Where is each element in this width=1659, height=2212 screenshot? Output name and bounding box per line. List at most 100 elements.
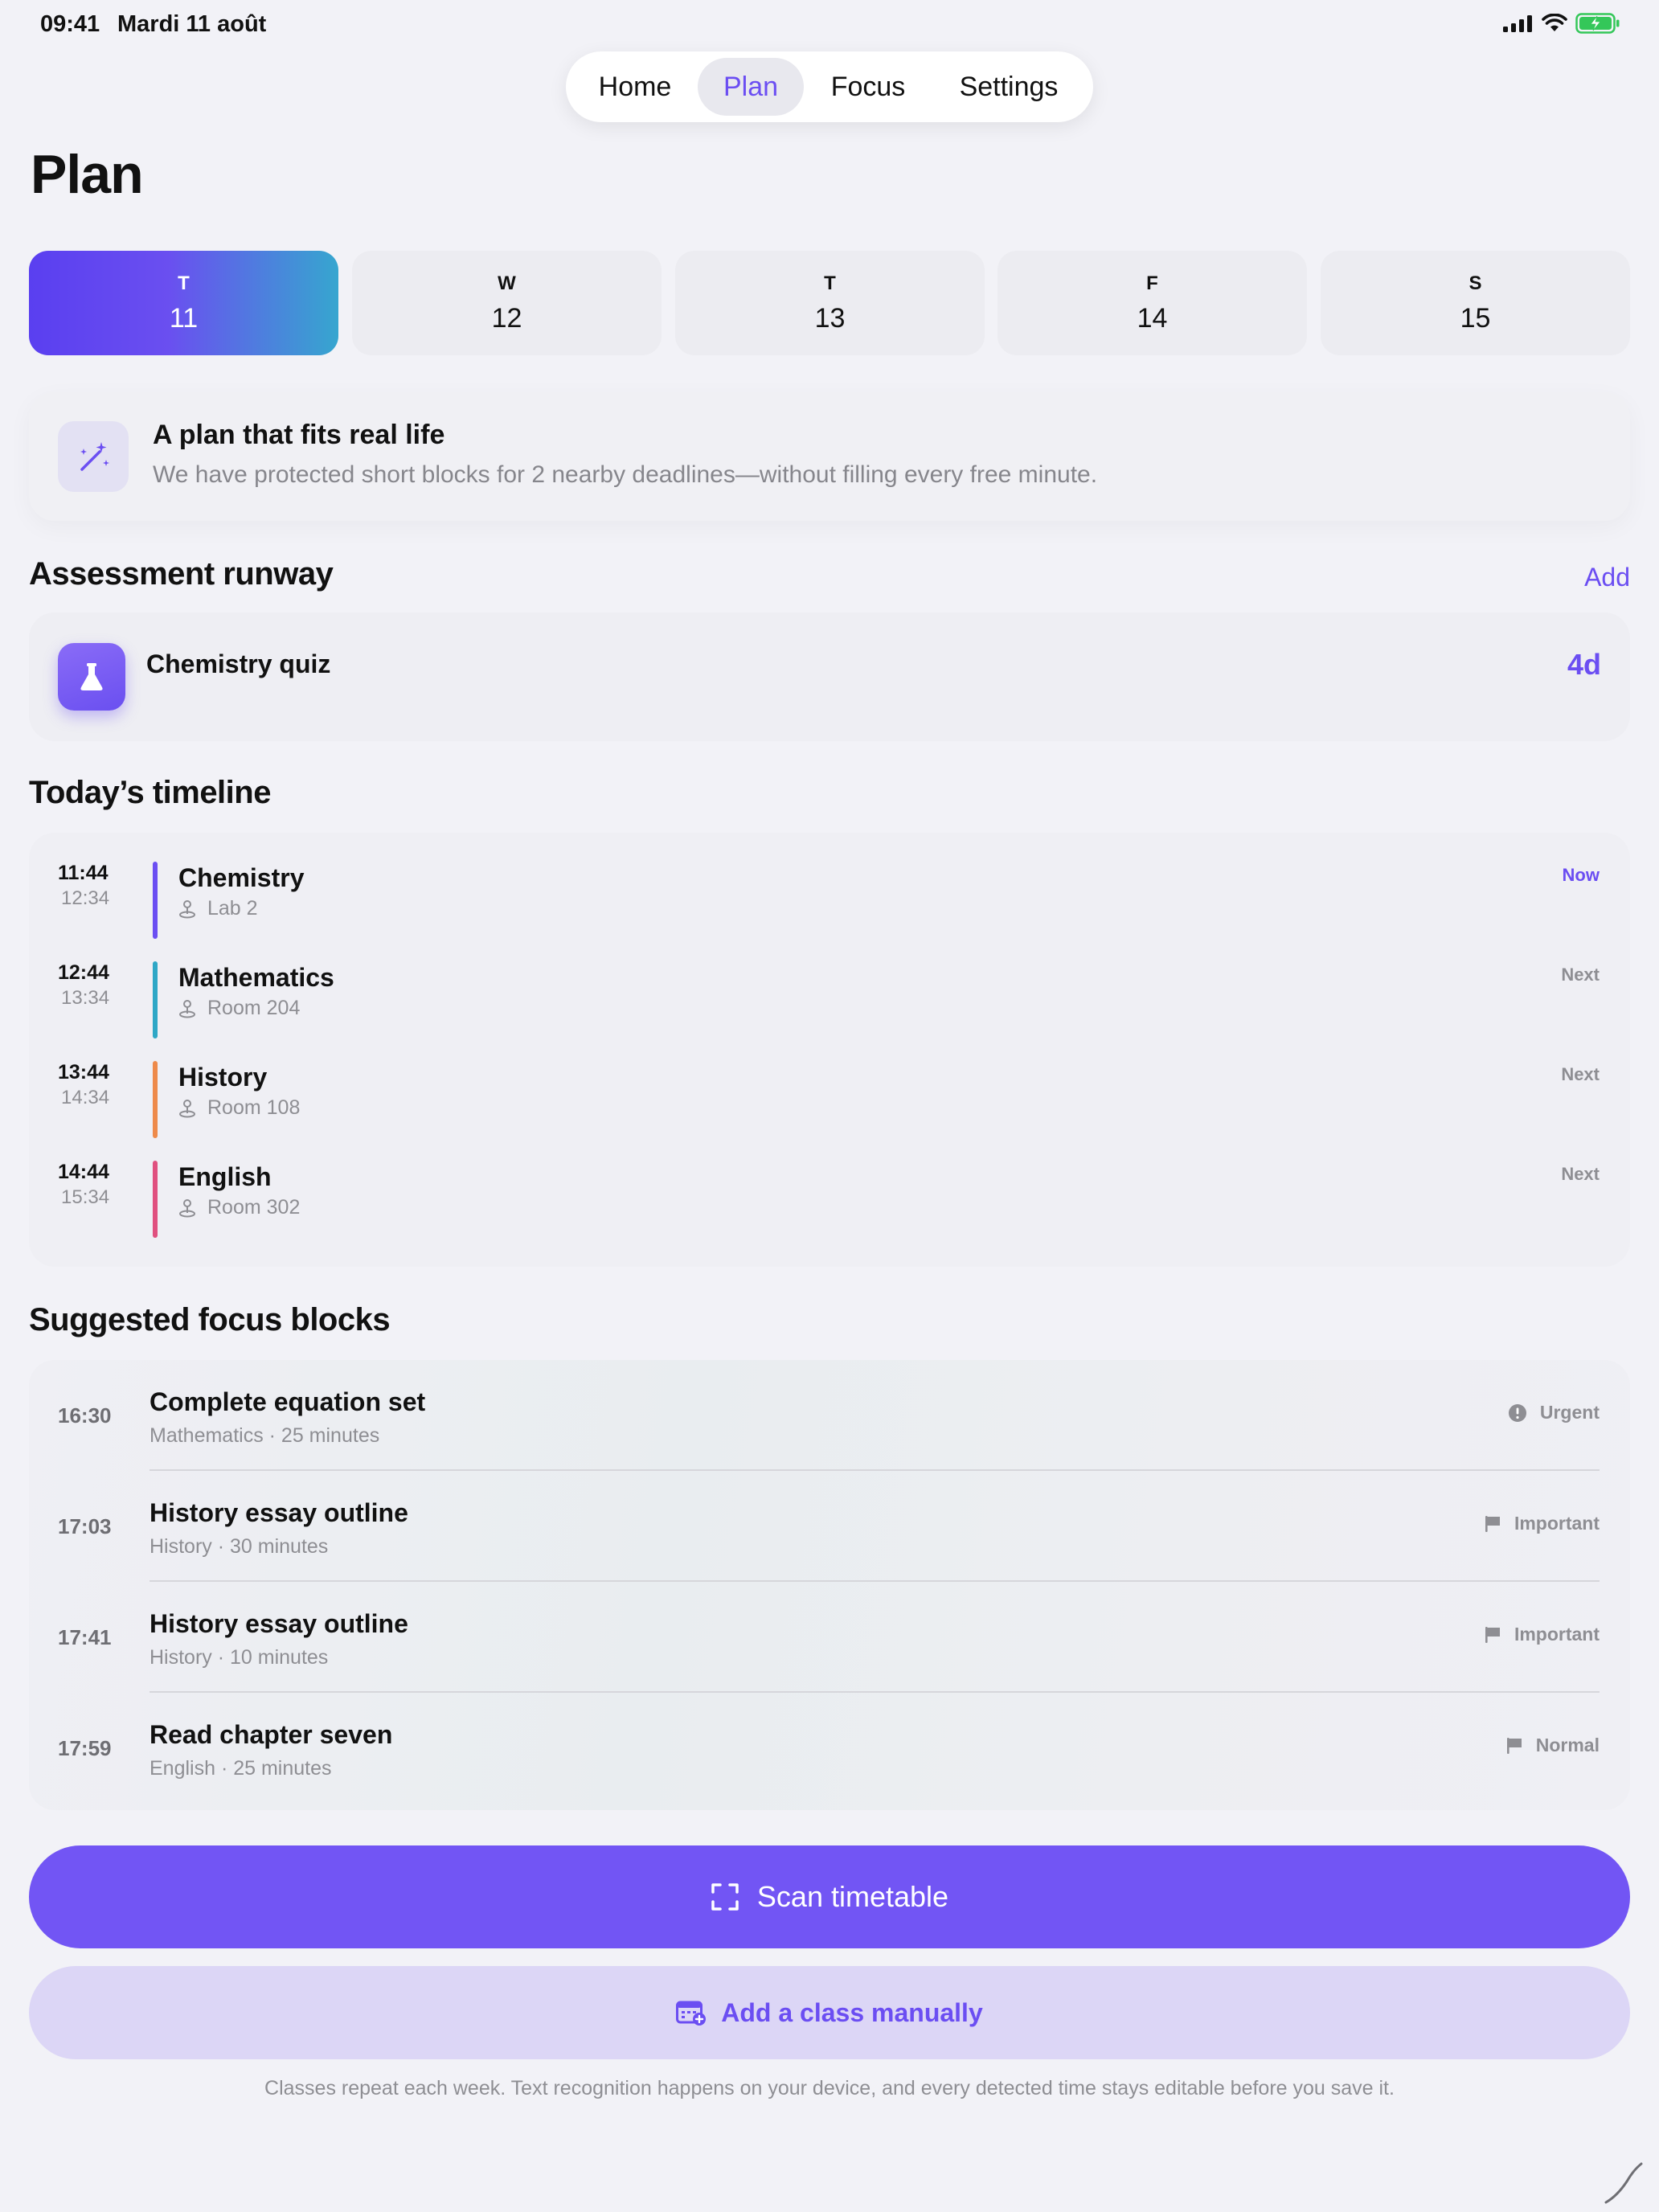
subject-color-bar [153, 1161, 158, 1238]
class-end-time: 12:34 [61, 887, 110, 909]
magic-wand-icon [58, 421, 129, 492]
scan-timetable-label: Scan timetable [756, 1880, 949, 1913]
subject-color-bar [153, 961, 158, 1038]
focus-meta: English · 25 minutes [150, 1757, 332, 1780]
focus-time: 17:41 [58, 1625, 112, 1649]
class-start-time: 12:44 [58, 961, 109, 984]
add-class-manually-label: Add a class manually [721, 1997, 983, 2027]
cellular-signal-icon [1503, 15, 1532, 32]
flag-icon [1485, 1515, 1500, 1532]
focus-blocks-card: 16:30 Complete equation set Mathematics … [29, 1360, 1630, 1810]
priority-badge: Normal [1505, 1735, 1600, 1756]
class-status: Next [1561, 1064, 1600, 1084]
subject-color-bar [153, 862, 158, 939]
timeline-row[interactable]: 13:44 14:34 History Room 108 Next [29, 1032, 1630, 1138]
day-number: 12 [491, 302, 522, 334]
focus-block-row[interactable]: 17:03 History essay outline History · 30… [29, 1471, 1630, 1582]
tab-home[interactable]: Home [572, 58, 698, 116]
priority-badge: Important [1484, 1513, 1600, 1534]
class-start-time: 11:44 [58, 862, 109, 884]
day-card[interactable]: W 12 [352, 251, 662, 355]
location-pin-icon [179, 1198, 195, 1217]
day-of-week: S [1469, 272, 1482, 294]
focus-title: History essay outline [150, 1609, 408, 1638]
info-title: A plan that fits real life [153, 420, 445, 450]
day-number: 11 [169, 302, 199, 334]
class-subject: English [178, 1162, 272, 1191]
day-of-week: W [498, 272, 516, 294]
focus-title: History essay outline [150, 1498, 408, 1527]
assessment-name: Chemistry quiz [146, 649, 331, 678]
priority-label: Urgent [1539, 1402, 1600, 1423]
day-of-week: F [1146, 272, 1158, 294]
room-label: Lab 2 [207, 897, 258, 920]
focus-block-row[interactable]: 17:41 History essay outline History · 10… [29, 1582, 1630, 1693]
tab-settings[interactable]: Settings [932, 58, 1085, 116]
class-subject: Mathematics [178, 963, 334, 992]
class-room: Lab 2 [178, 897, 258, 920]
priority-label: Important [1514, 1624, 1600, 1645]
plan-info-card: A plan that fits real life We have prote… [29, 392, 1630, 521]
class-end-time: 15:34 [61, 1186, 110, 1208]
timeline-row[interactable]: 14:44 15:34 English Room 302 Next [29, 1132, 1630, 1238]
tab-plan[interactable]: Plan [698, 58, 804, 116]
priority-label: Important [1514, 1513, 1600, 1534]
calendar-add-icon [676, 2001, 707, 2026]
add-assessment-link[interactable]: Add [1584, 563, 1630, 592]
battery-charging-icon [1575, 13, 1620, 34]
focus-time: 17:03 [58, 1514, 112, 1538]
room-label: Room 204 [207, 997, 301, 1019]
class-start-time: 13:44 [58, 1061, 109, 1083]
focus-block-row[interactable]: 17:59 Read chapter seven English · 25 mi… [29, 1693, 1630, 1804]
pencil-stroke-icon [1604, 2162, 1643, 2204]
class-end-time: 13:34 [61, 987, 110, 1009]
page-title: Plan [31, 144, 144, 205]
timeline-row[interactable]: 12:44 13:34 Mathematics Room 204 Next [29, 932, 1630, 1038]
subject-color-bar [153, 1061, 158, 1138]
priority-badge: Urgent [1508, 1402, 1600, 1423]
day-number: 14 [1137, 302, 1168, 334]
tab-focus[interactable]: Focus [804, 58, 932, 116]
room-label: Room 108 [207, 1096, 301, 1119]
timeline-row[interactable]: 11:44 12:34 Chemistry Lab 2 Now [29, 833, 1630, 939]
day-card-selected[interactable]: T 11 [29, 251, 338, 355]
class-subject: History [178, 1063, 268, 1092]
timeline-card: 11:44 12:34 Chemistry Lab 2 Now 12:44 13… [29, 833, 1630, 1267]
priority-label: Normal [1535, 1735, 1600, 1755]
class-end-time: 14:34 [61, 1087, 110, 1108]
top-nav: Home Plan Focus Settings [566, 51, 1093, 122]
focus-time: 17:59 [58, 1736, 112, 1760]
focus-time: 16:30 [58, 1403, 112, 1428]
focus-title: Read chapter seven [150, 1720, 393, 1749]
wifi-icon [1542, 14, 1567, 31]
focus-block-row[interactable]: 16:30 Complete equation set Mathematics … [29, 1360, 1630, 1471]
location-pin-icon [179, 999, 195, 1018]
status-bar: 09:41 Mardi 11 août [0, 0, 1659, 51]
class-room: Room 204 [178, 997, 300, 1020]
day-number: 13 [814, 302, 846, 334]
flag-icon [1485, 1626, 1500, 1643]
info-body: We have protected short blocks for 2 nea… [153, 461, 1098, 488]
class-room: Room 108 [178, 1096, 300, 1120]
day-card[interactable]: S 15 [1321, 251, 1630, 355]
location-pin-icon [179, 899, 195, 918]
plan-screen: 09:41 Mardi 11 août Home Plan Focus Sett… [0, 0, 1659, 2212]
scan-timetable-button[interactable]: Scan timetable [29, 1845, 1630, 1948]
day-of-week: T [178, 272, 190, 294]
priority-badge: Important [1484, 1624, 1600, 1645]
focus-meta: History · 10 minutes [150, 1646, 329, 1669]
focus-heading: Suggested focus blocks [29, 1302, 391, 1337]
status-time: 09:41 [40, 11, 100, 37]
flask-icon [58, 643, 125, 711]
class-status: Now [1562, 865, 1600, 885]
day-card[interactable]: F 14 [997, 251, 1307, 355]
class-room: Room 302 [178, 1196, 300, 1219]
assessment-item[interactable]: Chemistry quiz 4d [29, 612, 1630, 741]
add-class-manually-button[interactable]: Add a class manually [29, 1966, 1630, 2059]
focus-meta: Mathematics · 25 minutes [150, 1424, 380, 1447]
focus-meta: History · 30 minutes [150, 1535, 329, 1558]
flag-icon [1506, 1737, 1522, 1754]
footnote: Classes repeat each week. Text recogniti… [264, 2077, 1395, 2099]
assessment-days-left: 4d [1567, 648, 1601, 681]
day-card[interactable]: T 13 [675, 251, 985, 355]
